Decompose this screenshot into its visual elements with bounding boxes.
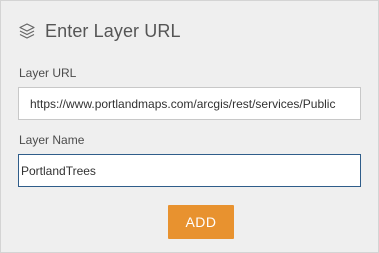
layer-name-label: Layer Name xyxy=(19,133,85,147)
layers-icon xyxy=(18,22,36,40)
add-button[interactable]: ADD xyxy=(168,205,234,239)
layer-name-input[interactable] xyxy=(18,154,361,187)
panel-title: Enter Layer URL xyxy=(45,20,181,41)
panel-header: Enter Layer URL xyxy=(18,18,181,44)
add-layer-panel: Enter Layer URL Layer URL Layer Name ADD xyxy=(0,0,379,253)
layer-url-input[interactable] xyxy=(18,87,361,120)
layer-url-label: Layer URL xyxy=(19,66,77,80)
